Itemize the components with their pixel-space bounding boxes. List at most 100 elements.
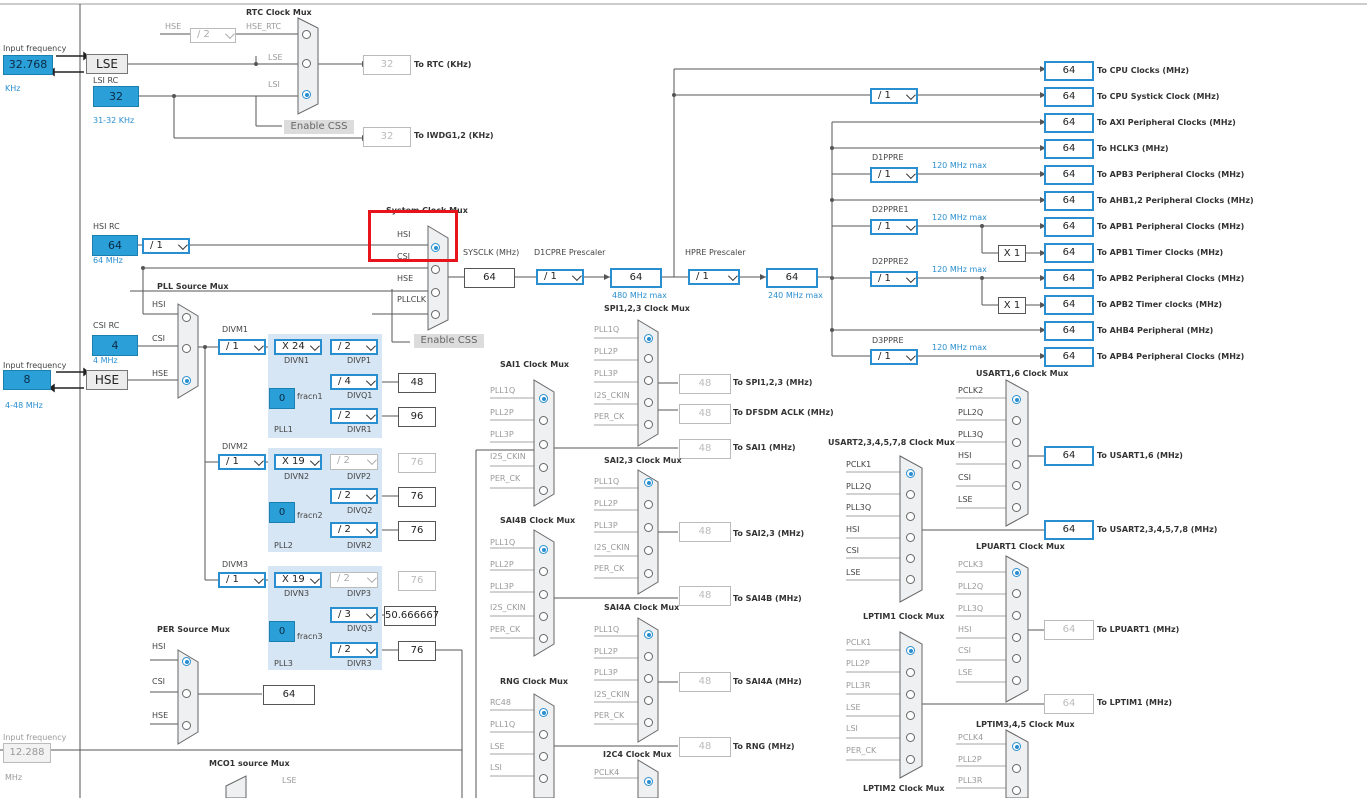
output-apb2-timer-value[interactable]: 64 [1044, 295, 1094, 315]
divq2-select[interactable]: / 2 [330, 488, 378, 504]
usart2345-radio-3[interactable] [906, 533, 915, 542]
sai23-radio-0[interactable] [644, 478, 653, 487]
divm1-select[interactable]: / 1 [218, 339, 266, 355]
divr2-output[interactable]: 76 [398, 521, 436, 541]
sai1-radio-1[interactable] [539, 416, 548, 425]
usart2345-radio-0[interactable] [906, 469, 915, 478]
sai1-radio-4[interactable] [539, 486, 548, 495]
divm3-select[interactable]: / 1 [218, 572, 266, 588]
output-axi-value[interactable]: 64 [1044, 113, 1094, 133]
output-apb4-value[interactable]: 64 [1044, 347, 1094, 367]
fracn2-value[interactable]: 0 [269, 502, 295, 523]
d3ppre-select[interactable]: / 1 [870, 349, 918, 365]
sai4a-radio-2[interactable] [644, 674, 653, 683]
sai4b-radio-1[interactable] [539, 567, 548, 576]
lpuart1-radio-2[interactable] [1012, 611, 1021, 620]
i2c4-radio-0[interactable] [644, 777, 653, 786]
divn1-select[interactable]: X 24 [274, 339, 322, 355]
divr1-output[interactable]: 96 [398, 407, 436, 427]
sai4b-radio-0[interactable] [539, 545, 548, 554]
divp1-select[interactable]: / 2 [330, 339, 378, 355]
lptim1-radio-5[interactable] [906, 755, 915, 764]
lptim1-radio-4[interactable] [906, 733, 915, 742]
rng-radio-0[interactable] [539, 708, 548, 717]
lpuart1-radio-4[interactable] [1012, 654, 1021, 663]
hpre-select[interactable]: / 1 [688, 269, 740, 285]
usart16-radio-5[interactable] [1012, 503, 1021, 512]
lptim345-radio-0[interactable] [1012, 742, 1021, 751]
fracn3-value[interactable]: 0 [269, 621, 295, 642]
sai4b-radio-4[interactable] [539, 634, 548, 643]
hse-input-frequency-value[interactable]: 8 [3, 370, 51, 390]
divq3-select[interactable]: / 3 [330, 607, 378, 623]
usart16-output[interactable]: 64 [1044, 446, 1094, 466]
usart16-radio-1[interactable] [1012, 416, 1021, 425]
divm2-select[interactable]: / 1 [218, 454, 266, 470]
divr2-select[interactable]: / 2 [330, 522, 378, 538]
systick-divider-select[interactable]: / 1 [870, 88, 918, 104]
divp2-select[interactable]: / 2 [330, 454, 378, 470]
d1cpre-output[interactable]: 64 [610, 268, 662, 288]
usart2345-radio-4[interactable] [906, 554, 915, 563]
divq1-output[interactable]: 48 [398, 373, 436, 393]
output-ahb4-value[interactable]: 64 [1044, 321, 1094, 341]
lptim1-radio-0[interactable] [906, 646, 915, 655]
hpre-output[interactable]: 64 [766, 268, 818, 288]
output-apb3-value[interactable]: 64 [1044, 165, 1094, 185]
sysmux-csi-radio[interactable] [431, 265, 440, 274]
output-ahb12-value[interactable]: 64 [1044, 191, 1094, 211]
divr3-select[interactable]: / 2 [330, 642, 378, 658]
rtc-mux-lsi-radio[interactable] [302, 90, 311, 99]
sai4a-radio-1[interactable] [644, 652, 653, 661]
sai4a-radio-4[interactable] [644, 718, 653, 727]
sai4a-radio-0[interactable] [644, 630, 653, 639]
rng-radio-2[interactable] [539, 752, 548, 761]
output-apb2-value[interactable]: 64 [1044, 269, 1094, 289]
usart16-radio-3[interactable] [1012, 460, 1021, 469]
rtc-enable-css-button[interactable]: Enable CSS [284, 120, 354, 134]
lpuart1-radio-3[interactable] [1012, 633, 1021, 642]
usart16-radio-2[interactable] [1012, 438, 1021, 447]
lse-oscillator[interactable]: LSE [86, 54, 128, 74]
ext-input-frequency-value[interactable]: 12.288 [3, 743, 51, 763]
divq2-output[interactable]: 76 [398, 487, 436, 507]
lpuart1-radio-0[interactable] [1012, 568, 1021, 577]
divn2-select[interactable]: X 19 [274, 454, 322, 470]
spi123-radio-2[interactable] [644, 376, 653, 385]
spi123-radio-3[interactable] [644, 398, 653, 407]
sai23-radio-1[interactable] [644, 500, 653, 509]
fracn1-value[interactable]: 0 [269, 388, 295, 409]
lpuart1-radio-1[interactable] [1012, 589, 1021, 598]
lptim1-radio-1[interactable] [906, 668, 915, 677]
pll-source-hsi-radio[interactable] [182, 313, 191, 322]
divr1-select[interactable]: / 2 [330, 408, 378, 424]
rng-radio-3[interactable] [539, 774, 548, 783]
sai1-radio-3[interactable] [539, 463, 548, 472]
lptim345-radio-2[interactable] [1012, 786, 1021, 795]
sai23-radio-4[interactable] [644, 569, 653, 578]
usart16-radio-4[interactable] [1012, 481, 1021, 490]
sai23-radio-3[interactable] [644, 546, 653, 555]
rtc-hse-divider[interactable]: / 2 [190, 28, 236, 43]
rng-radio-1[interactable] [539, 730, 548, 739]
d1cpre-select[interactable]: / 1 [536, 269, 584, 285]
hse-oscillator[interactable]: HSE [86, 370, 128, 390]
output-apb1-timer-value[interactable]: 64 [1044, 243, 1094, 263]
lptim1-radio-2[interactable] [906, 690, 915, 699]
rtc-mux-lse-radio[interactable] [302, 59, 311, 68]
sai1-radio-2[interactable] [539, 440, 548, 449]
pll-source-csi-radio[interactable] [182, 344, 191, 353]
sysclk-value[interactable]: 64 [464, 268, 515, 288]
d2ppre1-select[interactable]: / 1 [870, 219, 918, 235]
output-cpu-value[interactable]: 64 [1044, 61, 1094, 81]
sai1-radio-0[interactable] [539, 394, 548, 403]
output-systick-value[interactable]: 64 [1044, 87, 1094, 107]
divq1-select[interactable]: / 4 [330, 374, 378, 390]
divr3-output[interactable]: 76 [398, 641, 436, 661]
per-hsi-radio[interactable] [182, 657, 191, 666]
lptim1-radio-3[interactable] [906, 711, 915, 720]
usart16-radio-0[interactable] [1012, 395, 1021, 404]
lptim345-radio-1[interactable] [1012, 764, 1021, 773]
d2ppre2-select[interactable]: / 1 [870, 271, 918, 287]
usart2345-radio-5[interactable] [906, 575, 915, 584]
